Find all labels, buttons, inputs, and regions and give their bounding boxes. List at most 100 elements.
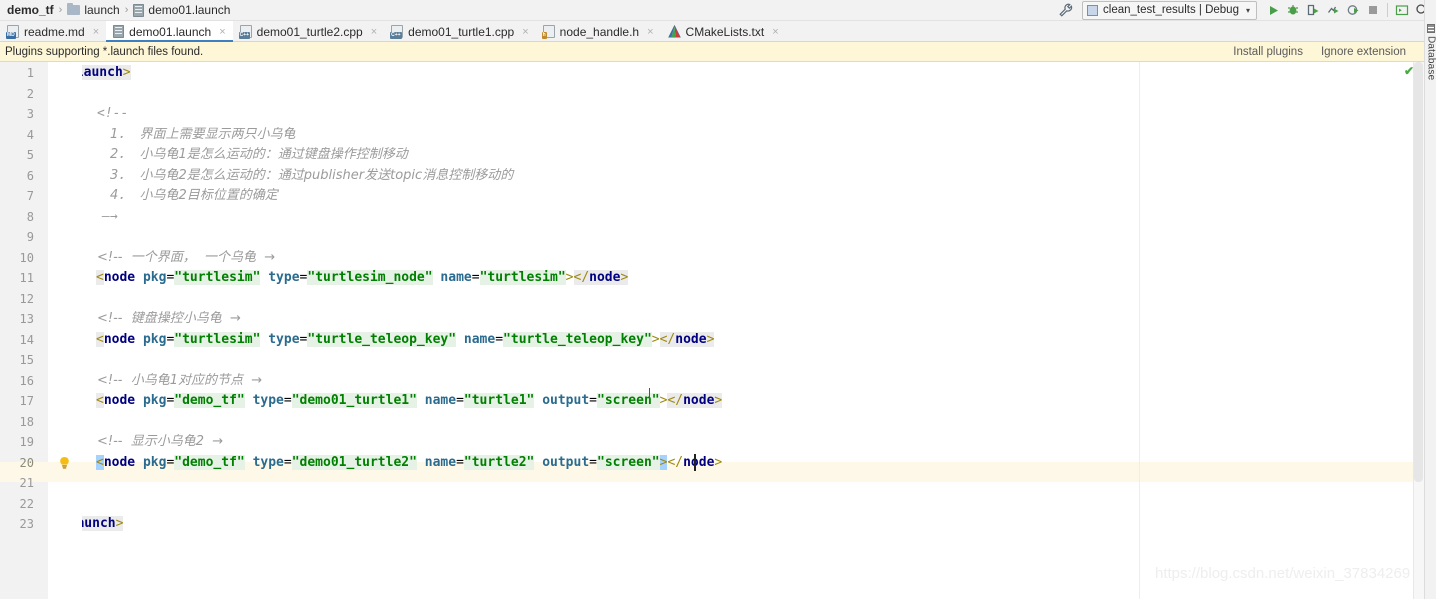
code-line-5: 2． 小乌龟1是怎么运动的：通过键盘操作控制移动 xyxy=(110,147,408,162)
banner-actions: Install plugins Ignore extension xyxy=(1233,46,1436,58)
close-icon[interactable]: × xyxy=(772,26,778,38)
header-file-icon: h xyxy=(541,25,555,39)
install-plugins-link[interactable]: Install plugins xyxy=(1233,46,1303,58)
code-editor[interactable]: 1 2 3 4 5 6 7 8 9 10 11 12 13 14 15 16 1… xyxy=(0,62,1413,599)
database-icon xyxy=(1427,24,1435,33)
cpp-file-icon: C++ xyxy=(238,25,252,39)
breadcrumb: demo_tf › launch › demo01.launch xyxy=(0,0,232,21)
line-number: 11 xyxy=(19,271,34,285)
launch-file-icon xyxy=(113,25,125,38)
breadcrumb-folder[interactable]: launch xyxy=(65,0,121,21)
code-line-10: <!-- 一个界面， 一个乌龟 → xyxy=(97,249,276,265)
code-line-4: 1． 界面上需要显示两只小乌龟 xyxy=(110,126,296,142)
line-number: 8 xyxy=(26,209,34,224)
code-line-13: <!-- 键盘操控小乌龟 → xyxy=(97,311,241,326)
markdown-file-icon: MD xyxy=(6,25,19,39)
breadcrumb-file[interactable]: demo01.launch xyxy=(131,0,232,21)
stop-button[interactable] xyxy=(1363,0,1383,20)
vertical-scrollbar-thumb[interactable] xyxy=(1414,62,1423,482)
right-tool-window-bar: Database xyxy=(1424,0,1436,599)
profile-button[interactable] xyxy=(1323,0,1343,20)
tool-window-database[interactable]: Database xyxy=(1425,24,1436,80)
toolbar-divider xyxy=(1387,3,1388,17)
tab-label: demo01_turtle2.cpp xyxy=(256,24,363,39)
run-config-label: clean_test_results | Debug xyxy=(1103,4,1239,16)
tab-label: readme.md xyxy=(24,24,85,39)
tab-demo01-turtle2-cpp[interactable]: C++ demo01_turtle2.cpp × xyxy=(233,21,385,42)
tab-readme-md[interactable]: MD readme.md × xyxy=(0,21,106,42)
line-number: 16 xyxy=(19,373,34,388)
line-number: 12 xyxy=(19,291,34,306)
tab-demo01-launch[interactable]: demo01.launch × xyxy=(106,21,233,42)
toggle-terminal-button[interactable] xyxy=(1392,0,1412,20)
code-line-17: <node pkg="demo_tf" type="demo01_turtle1… xyxy=(96,393,723,408)
code-line-23: </launch> xyxy=(82,514,124,535)
line-number: 19 xyxy=(19,435,34,449)
line-number: 2 xyxy=(26,86,34,101)
run-config-icon xyxy=(1087,4,1099,16)
line-number: 14 xyxy=(19,332,34,347)
annotation-gutter xyxy=(48,62,82,599)
code-line-20: <node pkg="demo_tf" type="demo01_turtle2… xyxy=(96,454,723,470)
code-line-3: <!-- xyxy=(97,106,129,121)
run-with-coverage-button[interactable] xyxy=(1303,0,1323,20)
debug-button[interactable] xyxy=(1283,0,1303,20)
code-line-11: <node pkg="turtlesim" type="turtlesim_no… xyxy=(96,270,629,285)
line-number: 10 xyxy=(19,250,34,265)
editor-tab-bar: MD readme.md × demo01.launch × C++ demo0… xyxy=(0,21,1436,42)
line-number: 23 xyxy=(19,517,34,531)
line-number: 7 xyxy=(26,189,34,203)
close-icon[interactable]: × xyxy=(647,26,653,38)
code-line-16: <!-- 小乌龟1对应的节点 → xyxy=(97,372,263,388)
code-line-7: 4． 小乌龟2目标位置的确定 xyxy=(110,188,278,203)
wrench-icon[interactable] xyxy=(1058,2,1074,18)
chevron-down-icon: ▾ xyxy=(1245,5,1250,15)
banner-message: Plugins supporting *.launch files found. xyxy=(5,45,204,58)
line-number: 15 xyxy=(19,353,34,367)
line-number: 9 xyxy=(26,230,34,244)
tab-label: node_handle.h xyxy=(559,24,640,39)
launch-file-icon xyxy=(133,3,145,17)
inspection-status-icon[interactable]: ✔ xyxy=(1404,64,1414,78)
folder-icon xyxy=(67,3,81,15)
run-configuration-selector[interactable]: clean_test_results | Debug ▾ xyxy=(1082,0,1257,20)
attach-to-process-button[interactable] xyxy=(1343,0,1363,20)
breadcrumb-separator: › xyxy=(58,4,63,16)
breadcrumb-project-label: demo_tf xyxy=(7,3,54,17)
tab-label: demo01_turtle1.cpp xyxy=(408,24,515,39)
cmake-file-icon xyxy=(667,24,681,38)
ide-window: demo_tf › launch › demo01.launch clean_t xyxy=(0,0,1436,599)
breadcrumb-separator-2: › xyxy=(124,4,129,16)
watermark: https://blog.csdn.net/weixin_37834269 xyxy=(1155,565,1411,582)
tab-label: CMakeLists.txt xyxy=(685,24,765,39)
close-icon[interactable]: × xyxy=(522,26,528,38)
close-icon[interactable]: × xyxy=(219,26,225,38)
code-line-19: <!-- 显示小乌龟2 → xyxy=(97,434,224,449)
line-number: 22 xyxy=(19,496,34,511)
run-button[interactable] xyxy=(1263,0,1283,20)
close-icon[interactable]: × xyxy=(93,26,99,38)
tab-label: demo01.launch xyxy=(129,24,212,39)
tab-demo01-turtle1-cpp[interactable]: C++ demo01_turtle1.cpp × xyxy=(384,21,536,42)
line-number: 21 xyxy=(19,476,34,490)
code-line-14: <node pkg="turtlesim" type="turtle_teleo… xyxy=(96,331,715,347)
breadcrumb-project[interactable]: demo_tf xyxy=(5,0,56,21)
line-number: 18 xyxy=(19,414,34,429)
close-icon[interactable]: × xyxy=(371,26,377,38)
tool-window-label: Database xyxy=(1425,36,1436,81)
code-content[interactable]: <launch> <!-- 1． 界面上需要显示两只小乌龟 2． 小乌龟1是怎么… xyxy=(82,62,1413,599)
line-number: 5 xyxy=(26,148,34,162)
line-number: 3 xyxy=(26,107,34,121)
code-line-6: 3． 小乌龟2是怎么运动的：通过publisher发送topic消息控制移动的 xyxy=(110,167,514,183)
plugin-notification-banner: Plugins supporting *.launch files found.… xyxy=(0,42,1436,62)
cpp-file-icon: C++ xyxy=(390,25,404,39)
ignore-extension-link[interactable]: Ignore extension xyxy=(1321,46,1406,58)
breadcrumb-folder-label: launch xyxy=(84,3,120,17)
line-number: 1 xyxy=(26,66,34,80)
line-number: 13 xyxy=(19,312,34,326)
tab-cmakelists-txt[interactable]: CMakeLists.txt × xyxy=(661,21,786,42)
lightbulb-icon[interactable] xyxy=(58,456,71,471)
tab-node-handle-h[interactable]: h node_handle.h × xyxy=(536,21,661,42)
mouse-cursor-ibeam xyxy=(649,388,650,401)
code-line-1: <launch> xyxy=(82,63,131,84)
